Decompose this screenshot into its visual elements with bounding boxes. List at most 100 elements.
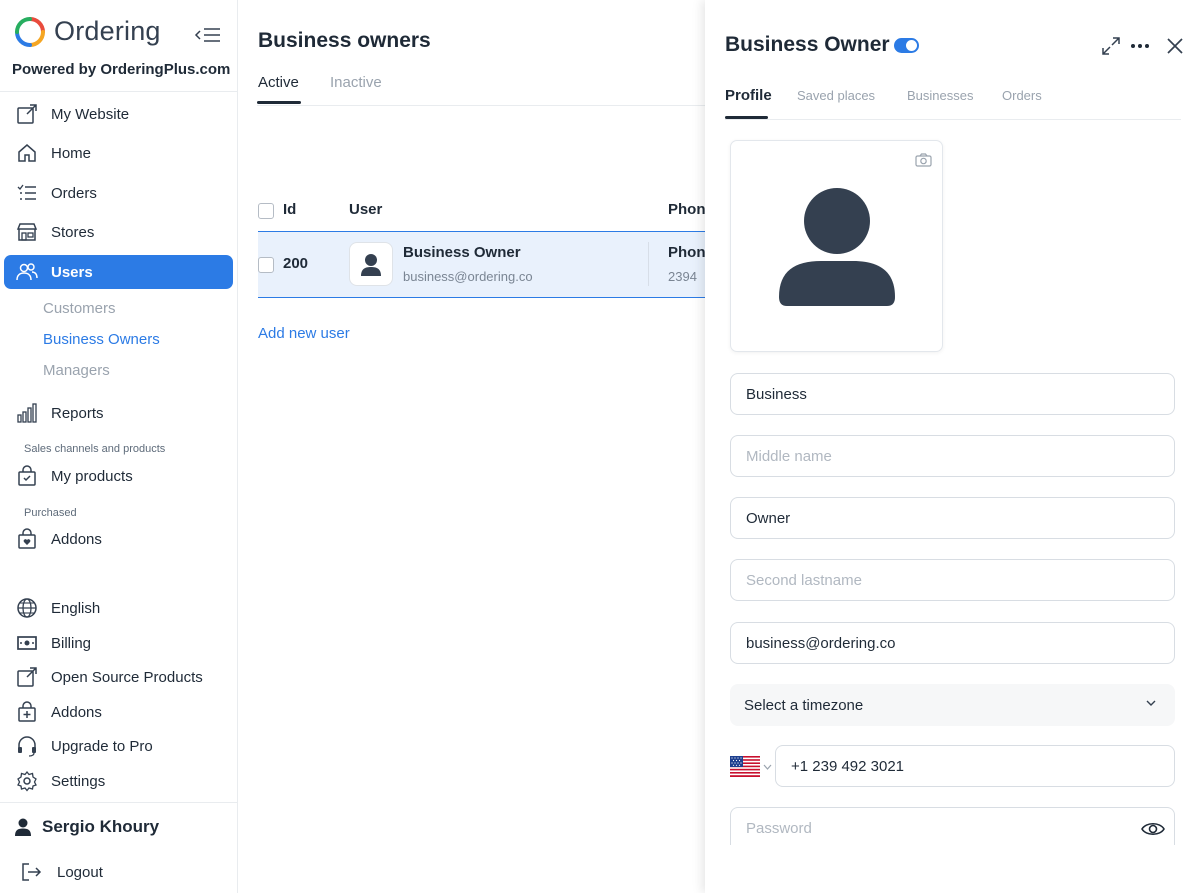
sidebar-item-label: Stores <box>51 223 95 241</box>
current-user-name[interactable]: Sergio Khoury <box>42 817 159 837</box>
sidebar-item-label: Users <box>51 263 93 281</box>
column-header-phone: Phone <box>668 201 705 218</box>
table-row[interactable] <box>258 231 705 298</box>
tab-active[interactable]: Active <box>258 74 299 91</box>
chevron-down-icon[interactable] <box>763 763 772 771</box>
email-field[interactable]: business@ordering.co <box>730 622 1175 664</box>
globe-icon <box>16 597 38 619</box>
tab-inactive[interactable]: Inactive <box>330 74 382 91</box>
second-lastname-field[interactable]: Second lastname <box>730 559 1175 601</box>
row-separator <box>648 242 649 286</box>
user-icon <box>15 818 31 836</box>
sidebar-item-label: Home <box>51 144 92 162</box>
submenu-business-owners[interactable]: Business Owners <box>43 331 160 348</box>
logout-button[interactable]: Logout <box>4 855 233 889</box>
bag-check-icon <box>16 465 38 487</box>
submenu-customers[interactable]: Customers <box>43 300 116 317</box>
row-phone-clip: Phone 2394 <box>668 240 705 290</box>
user-avatar-icon <box>361 254 381 276</box>
sidebar-item-my-website[interactable]: My Website <box>4 97 233 131</box>
tab-saved-places[interactable]: Saved places <box>797 88 875 103</box>
sidebar-item-label: Reports <box>51 404 104 422</box>
row-user-email: business@ordering.co <box>403 269 533 284</box>
sidebar-item-upgrade[interactable]: Upgrade to Pro <box>4 729 233 763</box>
list-check-icon <box>16 182 38 204</box>
gear-icon <box>16 770 38 792</box>
sidebar-item-billing[interactable]: Billing <box>4 626 233 660</box>
home-icon <box>16 142 38 164</box>
section-label-sales: Sales channels and products <box>24 443 166 455</box>
add-new-user-link[interactable]: Add new user <box>258 325 350 342</box>
sidebar-item-settings[interactable]: Settings <box>4 764 233 798</box>
tab-active-underline <box>257 101 301 104</box>
sidebar-item-home[interactable]: Home <box>4 136 233 170</box>
row-phone: 2394 <box>668 269 697 284</box>
sidebar-item-label: Addons <box>51 530 102 548</box>
drawer-title: Business Owner <box>725 33 890 56</box>
brand-header: Ordering Powered by OrderingPlus.com <box>0 0 237 92</box>
us-flag-icon[interactable] <box>730 756 760 777</box>
collapse-sidebar-icon[interactable] <box>194 26 222 44</box>
sidebar-item-label: My Website <box>51 105 130 123</box>
sidebar-item-orders[interactable]: Orders <box>4 176 233 210</box>
profile-photo-uploader[interactable] <box>730 140 943 352</box>
ordering-logo-icon <box>15 17 45 47</box>
tab-businesses[interactable]: Businesses <box>907 88 973 103</box>
more-options-icon[interactable] <box>1127 33 1153 59</box>
logout-label: Logout <box>57 863 103 881</box>
headset-icon <box>16 735 38 757</box>
sidebar-item-users[interactable]: Users <box>4 255 233 289</box>
middle-name-field[interactable]: Middle name <box>730 435 1175 477</box>
chevron-down-icon <box>1146 700 1156 706</box>
expand-icon[interactable] <box>1098 33 1124 59</box>
user-detail-drawer: Business Owner Profile Saved places Busi… <box>705 0 1200 893</box>
sidebar-item-open-source[interactable]: Open Source Products <box>4 660 233 694</box>
column-header-id: Id <box>283 201 297 218</box>
sidebar-item-label: My products <box>51 467 133 485</box>
tab-profile[interactable]: Profile <box>725 87 772 104</box>
bar-chart-icon <box>16 402 38 424</box>
first-name-field[interactable]: Business <box>730 373 1175 415</box>
row-phone-label: Phone <box>668 244 705 261</box>
sidebar-item-label: Billing <box>51 634 92 652</box>
enabled-toggle[interactable] <box>894 38 919 53</box>
tabs-divider <box>257 105 705 106</box>
drawer-tabs-divider <box>725 119 1181 120</box>
sidebar-item-label: Open Source Products <box>51 668 203 686</box>
sidebar-item-label: Settings <box>51 772 106 790</box>
users-icon <box>16 261 38 283</box>
row-checkbox[interactable] <box>258 257 274 273</box>
logout-icon <box>20 861 42 883</box>
sidebar-item-label: Addons <box>51 703 102 721</box>
camera-icon[interactable] <box>915 153 932 167</box>
submenu-managers[interactable]: Managers <box>43 362 110 379</box>
last-name-field[interactable]: Owner <box>730 497 1175 539</box>
tab-orders[interactable]: Orders <box>1002 88 1042 103</box>
external-link-icon <box>16 666 38 688</box>
sidebar-item-stores[interactable]: Stores <box>4 215 233 249</box>
close-icon[interactable] <box>1162 33 1188 59</box>
page-title: Business owners <box>258 29 431 52</box>
row-id: 200 <box>283 255 309 272</box>
main-content: Business owners Active Inactive Id User … <box>238 0 705 893</box>
column-header-phone-clip: Phone <box>668 196 705 226</box>
sidebar-item-my-products[interactable]: My products <box>4 459 233 493</box>
shop-icon <box>16 221 38 243</box>
section-label-purchased: Purchased <box>24 507 77 519</box>
eye-icon[interactable] <box>1141 820 1165 838</box>
phone-field[interactable]: +1 239 492 3021 <box>775 745 1175 787</box>
timezone-select[interactable]: Select a timezone <box>730 684 1175 726</box>
sidebar-item-addons[interactable]: Addons <box>4 695 233 729</box>
timezone-select-label: Select a timezone <box>744 696 864 714</box>
bag-heart-icon <box>16 528 38 550</box>
sidebar-item-language[interactable]: English <box>4 591 233 625</box>
sidebar-item-reports[interactable]: Reports <box>4 396 233 430</box>
select-all-checkbox[interactable] <box>258 203 274 219</box>
sidebar-item-addons-purchased[interactable]: Addons <box>4 522 233 556</box>
sidebar: Ordering Powered by OrderingPlus.com My … <box>0 0 238 893</box>
column-header-user: User <box>349 201 383 218</box>
avatar <box>349 242 393 286</box>
brand-name: Ordering <box>54 16 161 46</box>
password-field[interactable]: Password <box>730 807 1175 845</box>
external-link-icon <box>16 103 38 125</box>
